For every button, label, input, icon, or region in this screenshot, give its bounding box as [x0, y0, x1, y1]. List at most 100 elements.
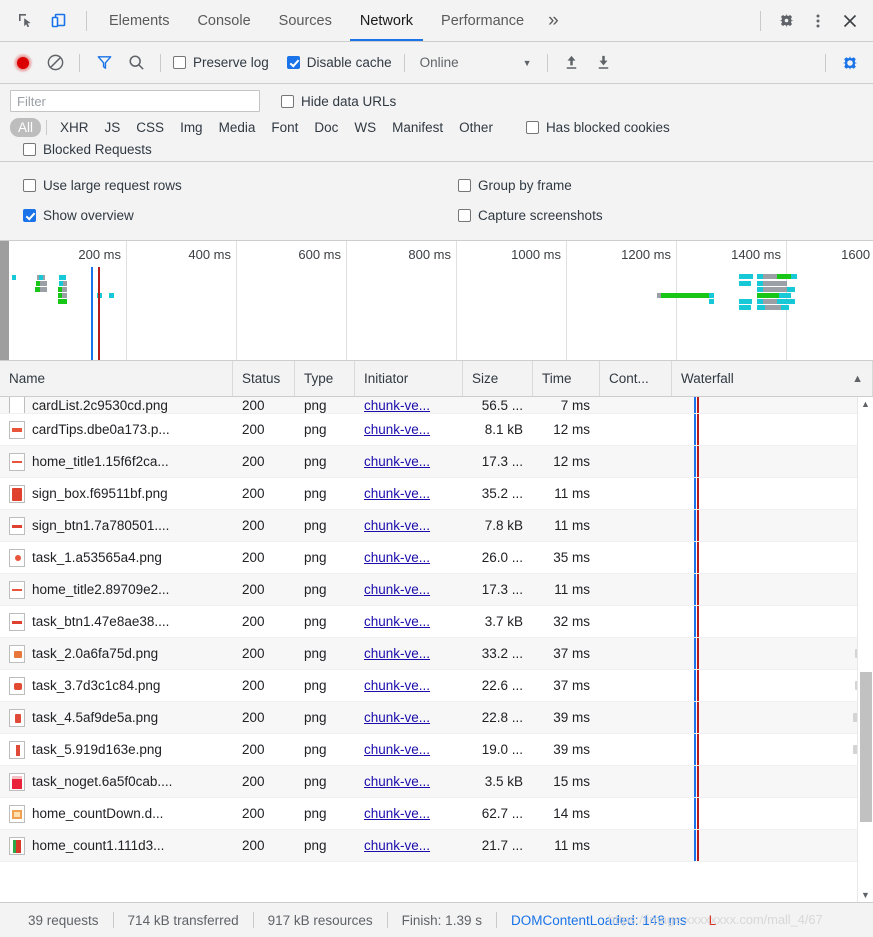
- preserve-log-box[interactable]: [173, 56, 186, 69]
- hide-data-urls-checkbox[interactable]: Hide data URLs: [278, 94, 399, 109]
- initiator-link[interactable]: chunk-ve...: [364, 614, 430, 629]
- table-row[interactable]: home_countDown.d... 200 png chunk-ve... …: [0, 798, 873, 830]
- has-blocked-cookies-box[interactable]: [525, 121, 539, 134]
- clear-button[interactable]: [40, 49, 70, 77]
- column-header-status[interactable]: Status: [233, 361, 295, 396]
- overview-left-handle[interactable]: [0, 241, 9, 360]
- initiator-link[interactable]: chunk-ve...: [364, 806, 430, 821]
- initiator-link[interactable]: chunk-ve...: [364, 398, 430, 413]
- table-row[interactable]: sign_btn1.7a780501.... 200 png chunk-ve.…: [0, 510, 873, 542]
- use-large-request-rows-box[interactable]: [23, 178, 36, 192]
- close-icon[interactable]: [835, 6, 865, 36]
- filter-type-all[interactable]: All: [10, 118, 42, 137]
- table-row[interactable]: home_count1.111d3... 200 png chunk-ve...…: [0, 830, 873, 862]
- initiator-link[interactable]: chunk-ve...: [364, 518, 430, 533]
- use-large-request-rows-checkbox[interactable]: Use large request rows: [20, 178, 455, 193]
- disable-cache-checkbox[interactable]: Disable cache: [284, 55, 395, 70]
- cell-status: 200: [242, 582, 265, 597]
- file-thumbnail-icon: [9, 612, 25, 631]
- initiator-link[interactable]: chunk-ve...: [364, 550, 430, 565]
- inspect-element-icon[interactable]: [10, 6, 40, 36]
- tab-elements[interactable]: Elements: [95, 0, 183, 41]
- filter-type-css[interactable]: CSS: [128, 118, 172, 137]
- hide-data-urls-box[interactable]: [281, 94, 294, 108]
- gear-icon[interactable]: [771, 6, 801, 36]
- filter-type-ws[interactable]: WS: [346, 118, 384, 137]
- initiator-link[interactable]: chunk-ve...: [364, 710, 430, 725]
- filter-type-doc[interactable]: Doc: [306, 118, 346, 137]
- disable-cache-label: Disable cache: [306, 55, 392, 70]
- show-overview-checkbox[interactable]: Show overview: [20, 208, 455, 223]
- table-row[interactable]: cardTips.dbe0a173.p... 200 png chunk-ve.…: [0, 414, 873, 446]
- filter-type-font[interactable]: Font: [263, 118, 306, 137]
- group-by-frame-checkbox[interactable]: Group by frame: [455, 178, 863, 193]
- table-row[interactable]: task_5.919d163e.png 200 png chunk-ve... …: [0, 734, 873, 766]
- initiator-link[interactable]: chunk-ve...: [364, 582, 430, 597]
- initiator-link[interactable]: chunk-ve...: [364, 678, 430, 693]
- initiator-link[interactable]: chunk-ve...: [364, 422, 430, 437]
- column-header-content[interactable]: Cont...: [600, 361, 672, 396]
- more-tabs-chevron-icon[interactable]: »: [538, 0, 569, 41]
- disable-cache-box[interactable]: [286, 56, 300, 69]
- import-har-icon[interactable]: [557, 49, 587, 77]
- device-toolbar-icon[interactable]: [44, 6, 74, 36]
- table-row[interactable]: cardList.2c9530cd.png 200 png chunk-ve..…: [0, 397, 873, 414]
- capture-screenshots-checkbox[interactable]: Capture screenshots: [455, 208, 863, 223]
- table-row[interactable]: task_noget.6a5f0cab.... 200 png chunk-ve…: [0, 766, 873, 798]
- table-row[interactable]: task_2.0a6fa75d.png 200 png chunk-ve... …: [0, 638, 873, 670]
- initiator-link[interactable]: chunk-ve...: [364, 742, 430, 757]
- initiator-link[interactable]: chunk-ve...: [364, 454, 430, 469]
- cell-type: png: [304, 614, 327, 629]
- tab-console[interactable]: Console: [183, 0, 264, 41]
- table-row[interactable]: task_1.a53565a4.png 200 png chunk-ve... …: [0, 542, 873, 574]
- search-icon[interactable]: [121, 49, 151, 77]
- tab-network[interactable]: Network: [346, 0, 427, 41]
- table-vertical-scrollbar[interactable]: ▲ ▼: [857, 397, 873, 902]
- filter-type-xhr[interactable]: XHR: [52, 118, 97, 137]
- initiator-link[interactable]: chunk-ve...: [364, 838, 430, 853]
- group-by-frame-box[interactable]: [458, 178, 471, 192]
- show-overview-box[interactable]: [23, 208, 36, 222]
- tab-performance[interactable]: Performance: [427, 0, 538, 41]
- scroll-up-icon[interactable]: ▲: [861, 397, 870, 411]
- filter-type-img[interactable]: Img: [172, 118, 211, 137]
- table-row[interactable]: task_4.5af9de5a.png 200 png chunk-ve... …: [0, 702, 873, 734]
- filter-toggle-icon[interactable]: [89, 49, 119, 77]
- column-header-size[interactable]: Size: [463, 361, 533, 396]
- filter-type-media[interactable]: Media: [211, 118, 264, 137]
- more-options-icon[interactable]: [803, 6, 833, 36]
- table-row[interactable]: sign_box.f69511bf.png 200 png chunk-ve..…: [0, 478, 873, 510]
- preserve-log-checkbox[interactable]: Preserve log: [170, 55, 272, 70]
- filter-input[interactable]: [10, 90, 260, 112]
- overview-body[interactable]: 200 ms 400 ms 600 ms 800 ms 1000 ms 1200…: [9, 241, 873, 360]
- filter-type-manifest[interactable]: Manifest: [384, 118, 451, 137]
- blocked-requests-checkbox[interactable]: Blocked Requests: [20, 142, 155, 157]
- column-header-waterfall[interactable]: Waterfall ▲: [672, 361, 873, 396]
- initiator-link[interactable]: chunk-ve...: [364, 646, 430, 661]
- table-body[interactable]: cardList.2c9530cd.png 200 png chunk-ve..…: [0, 397, 873, 902]
- column-header-name[interactable]: Name: [0, 361, 233, 396]
- cell-status: 200: [242, 518, 265, 533]
- has-blocked-cookies-checkbox[interactable]: Has blocked cookies: [523, 120, 673, 135]
- export-har-icon[interactable]: [589, 49, 619, 77]
- column-header-type[interactable]: Type: [295, 361, 355, 396]
- blocked-requests-box[interactable]: [23, 143, 36, 156]
- filter-type-js[interactable]: JS: [97, 118, 129, 137]
- capture-screenshots-box[interactable]: [458, 208, 471, 222]
- table-row[interactable]: task_3.7d3c1c84.png 200 png chunk-ve... …: [0, 670, 873, 702]
- table-row[interactable]: task_btn1.47e8ae38.... 200 png chunk-ve.…: [0, 606, 873, 638]
- network-overview[interactable]: 200 ms 400 ms 600 ms 800 ms 1000 ms 1200…: [0, 241, 873, 361]
- table-row[interactable]: home_title2.89709e2... 200 png chunk-ve.…: [0, 574, 873, 606]
- scroll-down-icon[interactable]: ▼: [861, 888, 870, 902]
- filter-type-other[interactable]: Other: [451, 118, 501, 137]
- initiator-link[interactable]: chunk-ve...: [364, 774, 430, 789]
- column-header-initiator[interactable]: Initiator: [355, 361, 463, 396]
- throttling-dropdown[interactable]: Online ▼: [414, 55, 538, 70]
- tab-sources[interactable]: Sources: [265, 0, 346, 41]
- record-button[interactable]: [8, 49, 38, 77]
- column-header-time[interactable]: Time: [533, 361, 600, 396]
- network-settings-gear-icon[interactable]: [835, 49, 865, 77]
- scrollbar-thumb[interactable]: [860, 672, 872, 822]
- table-row[interactable]: home_title1.15f6f2ca... 200 png chunk-ve…: [0, 446, 873, 478]
- initiator-link[interactable]: chunk-ve...: [364, 486, 430, 501]
